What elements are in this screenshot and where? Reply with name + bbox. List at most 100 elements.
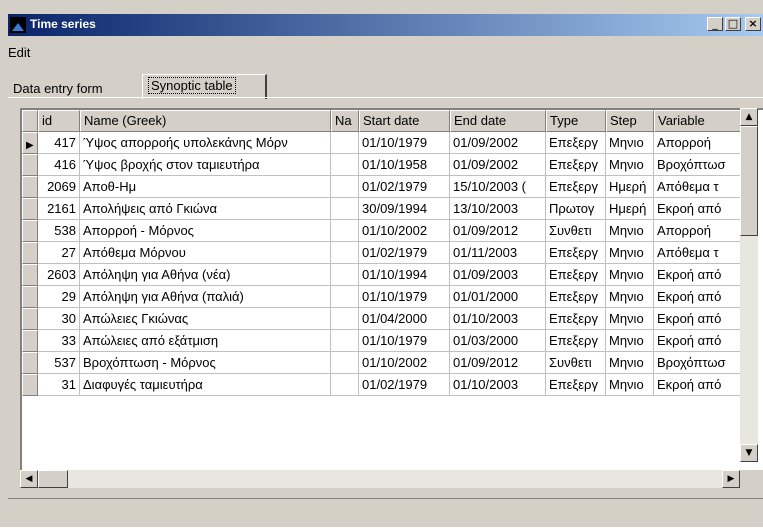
id-cell[interactable]: 537: [38, 352, 80, 374]
table-row[interactable]: 538 Απορροή - Μόρνος 01/10/2002 01/09/2012 Σ…: [22, 220, 754, 242]
variable-cell[interactable]: Εκροή από: [654, 308, 754, 330]
end-date-cell[interactable]: 01/03/2000: [450, 330, 546, 352]
row-selector[interactable]: [22, 330, 38, 352]
end-date-cell[interactable]: 15/10/2003 (: [450, 176, 546, 198]
id-cell[interactable]: 416: [38, 154, 80, 176]
type-cell[interactable]: Επεξεργ: [546, 330, 606, 352]
name-cell[interactable]: Απόθεμα Μόρνου: [80, 242, 331, 264]
na-cell[interactable]: [331, 242, 359, 264]
id-header[interactable]: id: [38, 110, 80, 132]
row-selector[interactable]: [22, 220, 38, 242]
start-date-cell[interactable]: 01/02/1979: [359, 176, 450, 198]
name-cell[interactable]: Απόληψη για Αθήνα (νέα): [80, 264, 331, 286]
variable-cell[interactable]: Απορροή: [654, 220, 754, 242]
id-cell[interactable]: 27: [38, 242, 80, 264]
row-selector[interactable]: [22, 176, 38, 198]
table-row[interactable]: 537 Βροχόπτωση - Μόρνος 01/10/2002 01/09/20…: [22, 352, 754, 374]
variable-cell[interactable]: Βροχόπτωσ: [654, 352, 754, 374]
variable-cell[interactable]: Εκροή από: [654, 198, 754, 220]
end-date-cell[interactable]: 01/09/2002: [450, 132, 546, 154]
table-row[interactable]: 29 Απόληψη για Αθήνα (παλιά) 01/10/1979 01/…: [22, 286, 754, 308]
step-cell[interactable]: Μηνιο: [606, 308, 654, 330]
type-cell[interactable]: Επεξεργ: [546, 242, 606, 264]
na-cell[interactable]: [331, 132, 359, 154]
step-header[interactable]: Step: [606, 110, 654, 132]
id-cell[interactable]: 31: [38, 374, 80, 396]
na-cell[interactable]: [331, 374, 359, 396]
end-date-cell[interactable]: 01/09/2003: [450, 264, 546, 286]
start-date-cell[interactable]: 01/10/1994: [359, 264, 450, 286]
step-cell[interactable]: Μηνιο: [606, 242, 654, 264]
horizontal-scrollbar[interactable]: ◀ ▶: [20, 470, 740, 488]
id-cell[interactable]: 2603: [38, 264, 80, 286]
end-date-cell[interactable]: 01/10/2003: [450, 308, 546, 330]
name-cell[interactable]: Απολήψεις από Γκιώνα: [80, 198, 331, 220]
variable-cell[interactable]: Απορροή: [654, 132, 754, 154]
id-cell[interactable]: 29: [38, 286, 80, 308]
step-cell[interactable]: Μηνιο: [606, 374, 654, 396]
table-row[interactable]: 2161 Απολήψεις από Γκιώνα 30/09/1994 13/10/…: [22, 198, 754, 220]
row-selector[interactable]: [22, 352, 38, 374]
menu-edit[interactable]: Edit: [8, 45, 30, 60]
scroll-up-button[interactable]: ▲: [740, 108, 758, 126]
id-cell[interactable]: 30: [38, 308, 80, 330]
step-cell[interactable]: Ημερή: [606, 198, 654, 220]
table-row[interactable]: ▶ 417 Ύψος απορροής υπολεκάνης Μόρν 01/10/1…: [22, 132, 754, 154]
name-cell[interactable]: Απόληψη για Αθήνα (παλιά): [80, 286, 331, 308]
start-date-cell[interactable]: 01/10/1958: [359, 154, 450, 176]
close-button[interactable]: ×: [745, 17, 761, 31]
type-header[interactable]: Type: [546, 110, 606, 132]
na-cell[interactable]: [331, 220, 359, 242]
name-cell[interactable]: Απώλειες από εξάτμιση: [80, 330, 331, 352]
name-cell[interactable]: Βροχόπτωση - Μόρνος: [80, 352, 331, 374]
start-date-cell[interactable]: 01/02/1979: [359, 374, 450, 396]
step-cell[interactable]: Μηνιο: [606, 330, 654, 352]
id-cell[interactable]: 417: [38, 132, 80, 154]
row-selector[interactable]: ▶: [22, 132, 38, 154]
row-selector[interactable]: [22, 264, 38, 286]
na-header[interactable]: Na: [331, 110, 359, 132]
id-cell[interactable]: 33: [38, 330, 80, 352]
end-date-cell[interactable]: 01/09/2012: [450, 352, 546, 374]
start-date-cell[interactable]: 01/10/1979: [359, 132, 450, 154]
name-cell[interactable]: Απώλειες Γκιώνας: [80, 308, 331, 330]
name-cell[interactable]: Διαφυγές ταμιευτήρα: [80, 374, 331, 396]
scroll-down-button[interactable]: ▼: [740, 444, 758, 462]
step-cell[interactable]: Μηνιο: [606, 286, 654, 308]
type-cell[interactable]: Επεξεργ: [546, 264, 606, 286]
na-cell[interactable]: [331, 154, 359, 176]
table-row[interactable]: 27 Απόθεμα Μόρνου 01/02/1979 01/11/2003 Επεξ…: [22, 242, 754, 264]
variable-cell[interactable]: Εκροή από: [654, 286, 754, 308]
row-selector[interactable]: [22, 198, 38, 220]
end-date-cell[interactable]: 01/10/2003: [450, 374, 546, 396]
start-date-cell[interactable]: 01/10/1979: [359, 286, 450, 308]
table-row[interactable]: 31 Διαφυγές ταμιευτήρα 01/02/1979 01/10/200…: [22, 374, 754, 396]
start-date-header[interactable]: Start date: [359, 110, 450, 132]
start-date-cell[interactable]: 01/02/1979: [359, 242, 450, 264]
variable-cell[interactable]: Απόθεμα τ: [654, 242, 754, 264]
na-cell[interactable]: [331, 330, 359, 352]
table-row[interactable]: 30 Απώλειες Γκιώνας 01/04/2000 01/10/2003 Επ…: [22, 308, 754, 330]
start-date-cell[interactable]: 01/10/2002: [359, 220, 450, 242]
na-cell[interactable]: [331, 308, 359, 330]
row-selector[interactable]: [22, 154, 38, 176]
variable-header[interactable]: Variable: [654, 110, 754, 132]
type-cell[interactable]: Επεξεργ: [546, 286, 606, 308]
table-row[interactable]: 2069 Αποθ-Ημ 01/02/1979 15/10/2003 (Επεξεργ…: [22, 176, 754, 198]
scroll-left-button[interactable]: ◀: [20, 470, 38, 488]
step-cell[interactable]: Μηνιο: [606, 352, 654, 374]
end-date-cell[interactable]: 01/11/2003: [450, 242, 546, 264]
step-cell[interactable]: Μηνιο: [606, 264, 654, 286]
step-cell[interactable]: Ημερή: [606, 176, 654, 198]
start-date-cell[interactable]: 01/10/1979: [359, 330, 450, 352]
step-cell[interactable]: Μηνιο: [606, 132, 654, 154]
row-selector[interactable]: [22, 374, 38, 396]
type-cell[interactable]: Πρωτογ: [546, 198, 606, 220]
name-cell[interactable]: Αποθ-Ημ: [80, 176, 331, 198]
data-grid[interactable]: id Name (Greek) Na Start date End date Type St…: [20, 108, 763, 470]
row-selector[interactable]: [22, 286, 38, 308]
maximize-button[interactable]: □: [725, 17, 741, 31]
variable-cell[interactable]: Εκροή από: [654, 330, 754, 352]
end-date-header[interactable]: End date: [450, 110, 546, 132]
name-cell[interactable]: Ύψος απορροής υπολεκάνης Μόρν: [80, 132, 331, 154]
